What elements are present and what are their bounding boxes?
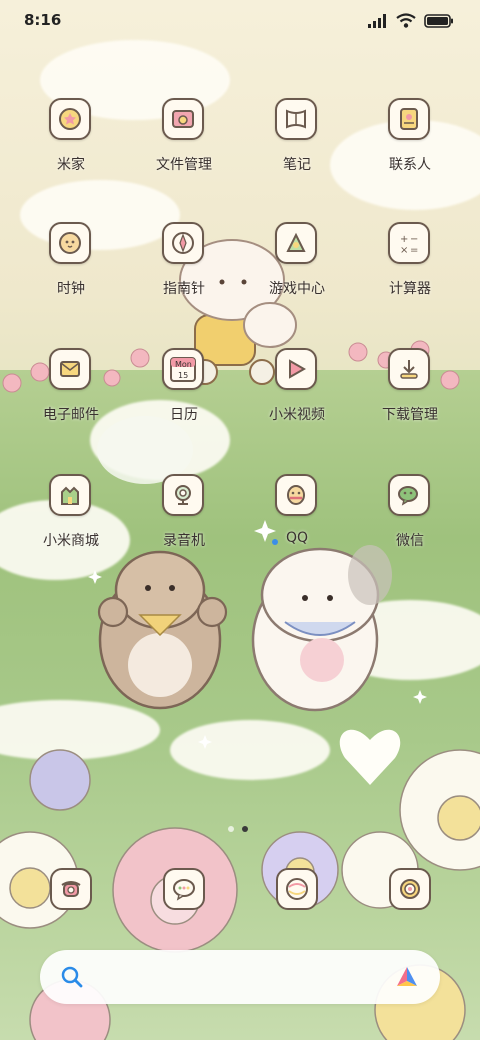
- page-dot: [228, 826, 234, 832]
- compass-icon: [162, 222, 204, 264]
- qq-icon: [275, 474, 317, 516]
- game-center-icon: [275, 222, 317, 264]
- video-icon: [275, 348, 317, 390]
- app-game-center[interactable]: 游戏中心: [242, 222, 352, 332]
- app-label: 米家: [57, 157, 85, 173]
- app-label: 下载管理: [382, 407, 438, 423]
- page-dot-active: [242, 826, 248, 832]
- recorder-icon: [162, 474, 204, 516]
- app-wechat[interactable]: 微信: [355, 474, 465, 584]
- app-label: QQ: [285, 530, 309, 546]
- app-download-manager[interactable]: 下载管理: [355, 348, 465, 458]
- app-label: 录音机: [163, 533, 205, 549]
- app-label: 指南针: [163, 281, 205, 297]
- app-label: 电子邮件: [43, 407, 99, 423]
- browser-icon: [286, 878, 308, 900]
- notes-icon: [275, 98, 317, 140]
- dock-browser[interactable]: [276, 868, 318, 910]
- app-notes[interactable]: 笔记: [242, 98, 352, 208]
- camera-icon: [400, 879, 420, 899]
- app-email[interactable]: 电子邮件: [16, 348, 126, 458]
- app-label: 时钟: [57, 281, 85, 297]
- file-manager-icon: [162, 98, 204, 140]
- svg-text:=: =: [410, 245, 418, 256]
- page-indicator: [228, 826, 248, 832]
- assistant-icon[interactable]: [394, 964, 420, 990]
- mi-store-icon: [49, 474, 91, 516]
- app-mi-store[interactable]: 小米商城: [16, 474, 126, 584]
- search-bar[interactable]: [40, 950, 440, 1004]
- app-calendar[interactable]: Mon 15 日历: [129, 348, 239, 458]
- app-label: 笔记: [283, 157, 311, 173]
- clock-icon: [49, 222, 91, 264]
- calculator-icon: + − × =: [388, 222, 430, 264]
- svg-text:×: ×: [400, 245, 408, 256]
- app-label: 小米视频: [269, 407, 325, 423]
- wechat-icon: [388, 474, 430, 516]
- svg-text:−: −: [410, 234, 418, 245]
- app-label: 游戏中心: [269, 281, 325, 297]
- battery-icon: [424, 13, 453, 28]
- wifi-icon: [396, 13, 416, 28]
- app-qq[interactable]: QQ: [242, 474, 352, 584]
- status-time: 8:16: [24, 11, 62, 29]
- app-label: 微信: [396, 533, 424, 549]
- dock-phone[interactable]: [50, 868, 92, 910]
- email-icon: [49, 348, 91, 390]
- messages-icon: [173, 879, 195, 901]
- search-icon[interactable]: [60, 965, 84, 989]
- app-label: 小米商城: [43, 533, 99, 549]
- status-bar: 8:16: [0, 0, 480, 40]
- app-compass[interactable]: 指南针: [129, 222, 239, 332]
- signal-icon: [368, 13, 386, 28]
- contacts-icon: [388, 98, 430, 140]
- app-file-manager[interactable]: 文件管理: [129, 98, 239, 208]
- app-label: 计算器: [389, 281, 431, 297]
- dock-camera[interactable]: [389, 868, 431, 910]
- calendar-icon: Mon 15: [162, 348, 204, 390]
- app-recorder[interactable]: 录音机: [129, 474, 239, 584]
- status-icons: [368, 13, 454, 28]
- download-icon: [388, 348, 430, 390]
- phone-icon: [61, 881, 81, 897]
- app-label: 日历: [170, 407, 198, 423]
- app-label: 联系人: [389, 157, 431, 173]
- app-calculator[interactable]: + − × = 计算器: [355, 222, 465, 332]
- calendar-weekday: Mon: [175, 360, 192, 369]
- app-contacts[interactable]: 联系人: [355, 98, 465, 208]
- calendar-date: 15: [178, 371, 189, 380]
- dock-messages[interactable]: [163, 868, 205, 910]
- app-mijia[interactable]: 米家: [16, 98, 126, 208]
- app-mi-video[interactable]: 小米视频: [242, 348, 352, 458]
- svg-text:+: +: [400, 234, 408, 245]
- app-clock[interactable]: 时钟: [16, 222, 126, 332]
- app-label: 文件管理: [156, 157, 212, 173]
- mijia-icon: [49, 98, 91, 140]
